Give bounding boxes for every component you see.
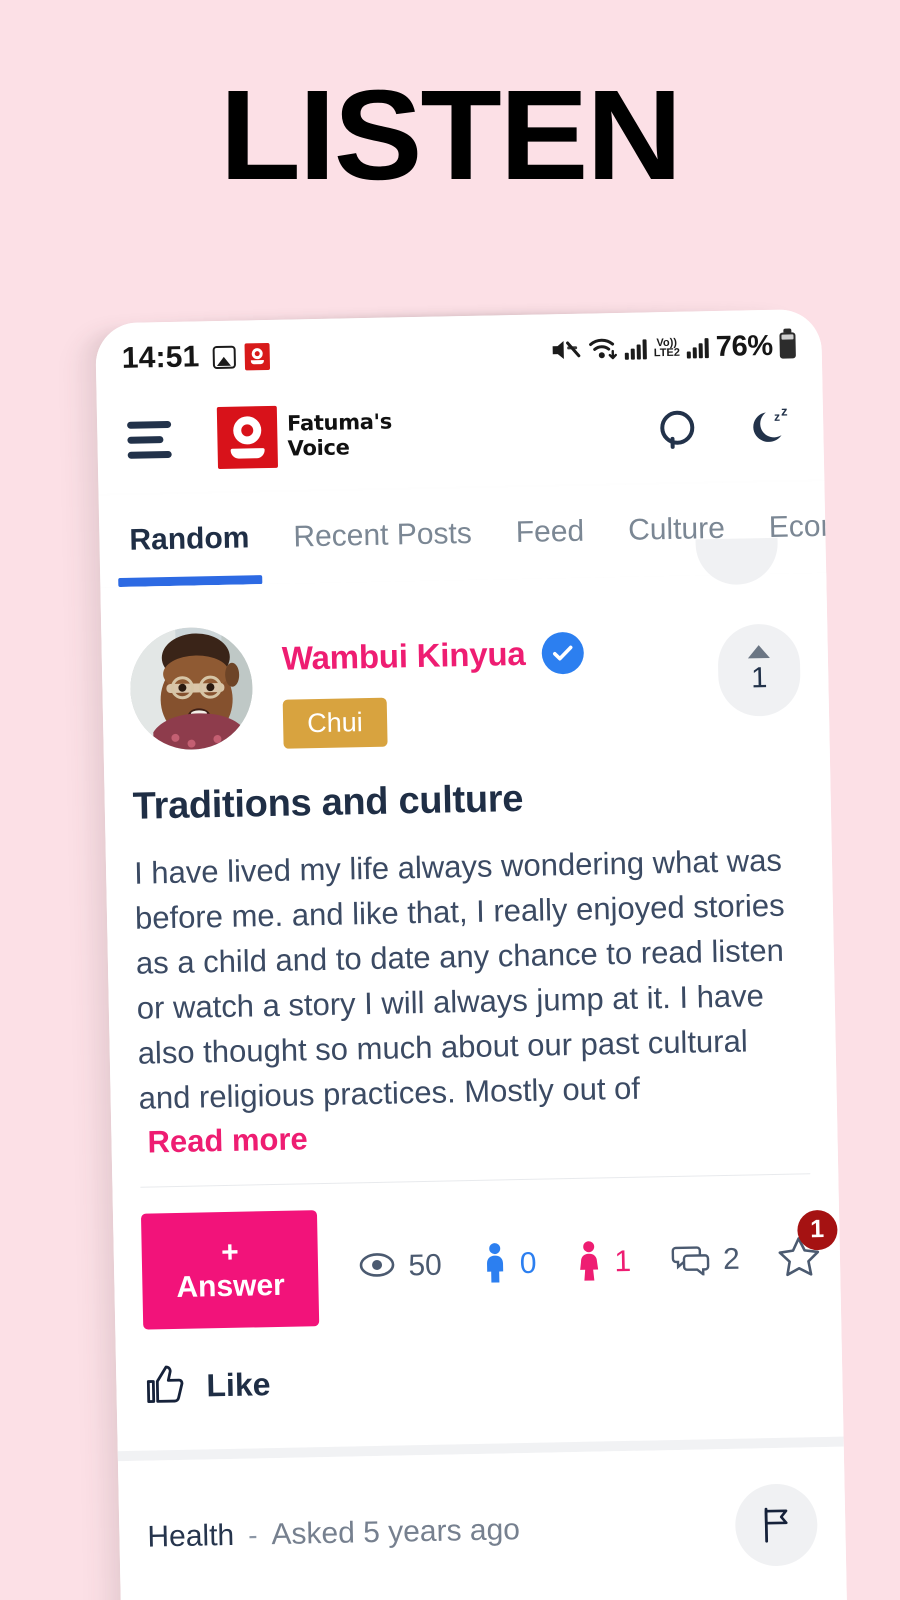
vote-count: 1 bbox=[750, 662, 768, 695]
avatar[interactable] bbox=[129, 626, 254, 751]
meta-separator: - bbox=[247, 1519, 258, 1551]
battery-icon bbox=[779, 332, 796, 359]
female-stat[interactable]: 1 bbox=[576, 1239, 632, 1285]
thumbs-up-icon bbox=[144, 1363, 189, 1411]
promo-image: LISTEN 14:51 Vo)) LTE2 76% Fatuma's Voic… bbox=[0, 0, 900, 1600]
author-name[interactable]: Wambui Kinyua bbox=[281, 635, 525, 678]
upvote-pill[interactable]: 1 bbox=[717, 623, 802, 717]
male-count: 0 bbox=[519, 1246, 537, 1281]
moon-zzz-icon[interactable]: z z bbox=[747, 403, 794, 450]
wifi-icon bbox=[588, 336, 619, 363]
like-label: Like bbox=[206, 1366, 271, 1404]
comments-count: 2 bbox=[722, 1242, 741, 1277]
header-actions: z z bbox=[655, 403, 794, 452]
favorite-badge: 1 bbox=[796, 1209, 838, 1251]
tab-feed[interactable]: Feed bbox=[493, 485, 607, 579]
status-left-icons bbox=[212, 342, 270, 370]
signal-icon bbox=[624, 337, 647, 360]
post-card: Health - Asked 5 years ago bbox=[117, 1446, 848, 1600]
app-notification-icon bbox=[244, 342, 270, 370]
brand-mark-icon bbox=[216, 405, 279, 469]
tab-label: Feed bbox=[515, 514, 585, 550]
signal-icon-2 bbox=[686, 336, 710, 359]
search-icon[interactable] bbox=[655, 408, 696, 449]
views-stat: 50 bbox=[358, 1249, 442, 1285]
brand-line-2: Voice bbox=[287, 435, 350, 461]
post-timestamp: Asked 5 years ago bbox=[271, 1513, 521, 1552]
photo-icon bbox=[212, 345, 236, 369]
status-right-icons: Vo)) LTE2 76% bbox=[550, 329, 796, 367]
tab-label: Recent Posts bbox=[293, 516, 473, 554]
svg-text:z: z bbox=[774, 410, 780, 424]
post-identity: Wambui Kinyua Chui bbox=[281, 620, 585, 749]
flag-icon bbox=[764, 1507, 788, 1543]
eye-icon bbox=[358, 1250, 397, 1284]
brand-name: Fatuma's Voice bbox=[287, 409, 393, 461]
post-feed: Wambui Kinyua Chui 1 Traditions and cult… bbox=[100, 537, 848, 1600]
female-count: 1 bbox=[614, 1244, 632, 1279]
status-time: 14:51 bbox=[121, 340, 200, 375]
post-category[interactable]: Health bbox=[147, 1519, 234, 1555]
like-button[interactable]: Like bbox=[115, 1316, 843, 1442]
favorite-stat[interactable]: 1 bbox=[775, 1209, 838, 1284]
brand-logo[interactable]: Fatuma's Voice bbox=[216, 403, 393, 469]
upvote-caret-icon bbox=[747, 644, 770, 659]
tab-label: Random bbox=[129, 521, 250, 557]
phone-mockup: 14:51 Vo)) LTE2 76% Fatuma's Voice z z R… bbox=[67, 308, 861, 1600]
post-actions: + Answer 50 0 1 2 1 bbox=[112, 1174, 841, 1331]
phone-screen: 14:51 Vo)) LTE2 76% Fatuma's Voice z z R… bbox=[95, 308, 848, 1600]
promo-headline: LISTEN bbox=[219, 64, 683, 207]
rank-badge: Chui bbox=[282, 697, 388, 749]
post-header: Wambui Kinyua Chui 1 bbox=[101, 585, 830, 753]
brand-line-1: Fatuma's bbox=[286, 409, 393, 436]
answer-button[interactable]: + Answer bbox=[140, 1210, 320, 1330]
views-count: 50 bbox=[408, 1248, 443, 1283]
post-meta: Health - Asked 5 years ago bbox=[118, 1447, 846, 1580]
tab-random[interactable]: Random bbox=[107, 492, 273, 587]
male-stat[interactable]: 0 bbox=[481, 1241, 537, 1287]
post-card: Wambui Kinyua Chui 1 Traditions and cult… bbox=[100, 537, 844, 1452]
author-row: Wambui Kinyua bbox=[281, 631, 584, 680]
female-icon bbox=[576, 1240, 603, 1286]
app-header: Fatuma's Voice z z bbox=[96, 370, 825, 496]
mute-icon bbox=[551, 337, 582, 364]
svg-text:z: z bbox=[781, 404, 788, 419]
male-icon bbox=[481, 1242, 508, 1288]
read-more-link[interactable]: Read more bbox=[147, 1121, 308, 1160]
comment-icon bbox=[671, 1241, 712, 1281]
verified-badge-icon bbox=[541, 631, 584, 675]
comments-stat[interactable]: 2 bbox=[671, 1240, 740, 1280]
volte-icon: Vo)) LTE2 bbox=[653, 336, 681, 360]
report-flag-button[interactable] bbox=[734, 1483, 819, 1567]
battery-percent: 76% bbox=[715, 329, 773, 363]
post-body: I have lived my life always wondering wh… bbox=[133, 842, 785, 1116]
tab-recent-posts[interactable]: Recent Posts bbox=[270, 487, 494, 583]
hamburger-icon[interactable] bbox=[127, 420, 172, 459]
post-title[interactable]: Traditions and culture bbox=[104, 738, 831, 830]
